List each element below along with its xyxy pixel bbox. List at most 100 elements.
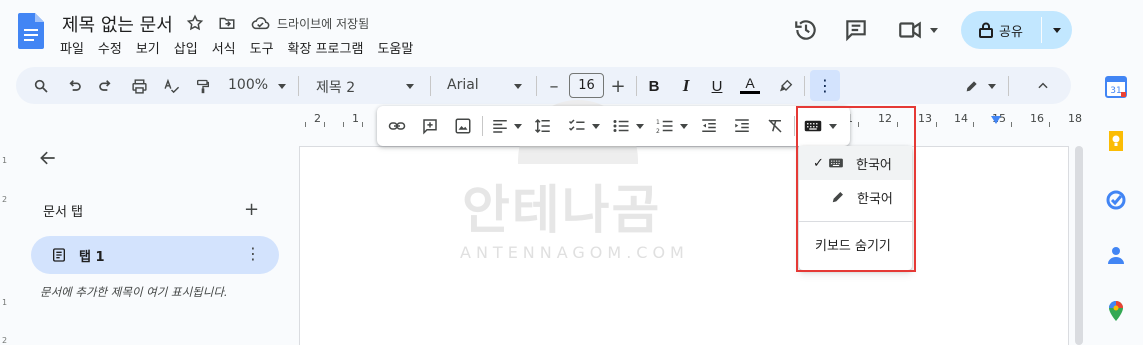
cloud-saved-icon[interactable] <box>250 14 270 32</box>
save-status: 드라이브에 저장됨 <box>277 17 370 31</box>
checklist-icon[interactable] <box>567 116 587 136</box>
zoom-dropdown-icon[interactable] <box>278 84 286 89</box>
keep-icon[interactable] <box>1105 130 1127 152</box>
ruler-tick <box>343 122 344 127</box>
insert-link-icon[interactable] <box>387 116 407 136</box>
menu-tools[interactable]: 도구 <box>250 38 274 57</box>
svg-text:2: 2 <box>656 128 660 135</box>
menu-format[interactable]: 서식 <box>212 38 236 57</box>
bulleted-list-icon[interactable] <box>611 116 631 136</box>
menu-bar: 파일 수정 보기 삽입 서식 도구 확장 프로그램 도움말 <box>60 38 427 57</box>
add-comment-icon[interactable] <box>420 116 440 136</box>
menu-file[interactable]: 파일 <box>60 38 84 57</box>
back-arrow-icon[interactable] <box>38 148 58 168</box>
ruler-tick <box>1049 122 1050 127</box>
redo-icon[interactable] <box>96 76 116 96</box>
vruler-number: 1 <box>2 298 8 307</box>
align-dropdown-icon[interactable] <box>514 124 522 129</box>
svg-text:31: 31 <box>1110 86 1121 96</box>
ruler-number: 16 <box>1030 112 1044 125</box>
move-folder-icon[interactable] <box>218 14 236 32</box>
align-left-icon[interactable] <box>490 116 510 136</box>
main-toolbar: 100% 제목 2 Arial – 16 + B I U A ⋮ <box>16 67 1071 104</box>
insert-image-icon[interactable] <box>453 116 473 136</box>
document-outline-icon <box>51 247 67 263</box>
tab-hint-text: 문서에 추가한 제목이 여기 표시됩니다. <box>40 285 228 299</box>
paint-format-icon[interactable] <box>193 76 213 96</box>
version-history-icon[interactable] <box>793 17 819 43</box>
search-menus-icon[interactable] <box>31 76 51 96</box>
numbered-dropdown-icon[interactable] <box>680 124 688 129</box>
ruler-tick <box>936 122 937 127</box>
meet-icon[interactable] <box>897 17 923 43</box>
underline-button[interactable]: U <box>707 76 727 96</box>
vertical-ruler: 1 2 1 2 <box>0 140 14 345</box>
toolbar-divider <box>430 76 431 96</box>
tab-label: 탭 1 <box>79 250 105 265</box>
share-button[interactable]: 공유 <box>961 11 1041 49</box>
menu-extensions[interactable]: 확장 프로그램 <box>288 38 364 57</box>
ruler-tick <box>362 122 363 127</box>
docs-logo-icon[interactable] <box>18 13 44 49</box>
share-button-group: 공유 <box>961 11 1072 49</box>
tab-options-icon[interactable]: ⋮ <box>245 244 261 263</box>
bullet-dropdown-icon[interactable] <box>636 124 644 129</box>
tab-item[interactable]: 탭 1 ⋮ <box>31 236 279 274</box>
font-dropdown-icon[interactable] <box>514 84 522 89</box>
ruler-number: 18 <box>1068 112 1082 125</box>
scrollbar[interactable] <box>1075 146 1083 345</box>
spellcheck-icon[interactable] <box>161 76 181 96</box>
increase-indent-icon[interactable] <box>732 116 752 136</box>
bold-button[interactable]: B <box>644 76 664 96</box>
ruler-number: 2 <box>314 112 321 125</box>
menu-insert[interactable]: 삽입 <box>174 38 198 57</box>
undo-icon[interactable] <box>64 76 84 96</box>
menu-edit[interactable]: 수정 <box>98 38 122 57</box>
calendar-icon[interactable]: 31 <box>1105 76 1127 98</box>
clear-formatting-icon[interactable] <box>765 116 785 136</box>
menu-help[interactable]: 도움말 <box>377 38 413 57</box>
zoom-select[interactable]: 100% <box>228 77 268 93</box>
contacts-icon[interactable] <box>1105 244 1127 266</box>
tasks-icon[interactable] <box>1105 189 1127 211</box>
checklist-dropdown-icon[interactable] <box>592 124 600 129</box>
font-size-input[interactable]: 16 <box>569 73 604 98</box>
paragraph-style-select[interactable]: 제목 2 <box>316 77 355 97</box>
toolbar-divider <box>636 76 637 96</box>
highlight-annotation <box>796 106 916 272</box>
maps-icon[interactable] <box>1105 300 1127 322</box>
italic-button[interactable]: I <box>676 76 696 96</box>
add-tab-button[interactable]: + <box>244 199 259 220</box>
more-options-icon[interactable]: ⋮ <box>810 70 840 101</box>
document-title[interactable]: 제목 없는 문서 <box>62 11 173 37</box>
chevron-down-icon <box>1053 27 1061 33</box>
watermark-text: 안테나곰 <box>462 181 662 241</box>
ruler-tick <box>973 122 974 127</box>
overflow-toolbar: 12 <box>377 106 850 146</box>
meet-dropdown-icon[interactable] <box>930 28 938 33</box>
mode-dropdown-icon[interactable] <box>988 84 996 89</box>
style-dropdown-icon[interactable] <box>406 84 414 89</box>
text-color-button[interactable]: A <box>740 74 760 94</box>
highlight-color-icon[interactable] <box>776 76 796 96</box>
decrease-indent-icon[interactable] <box>699 116 719 136</box>
font-select[interactable]: Arial <box>447 77 479 93</box>
decrease-font-size-icon[interactable]: – <box>544 76 564 97</box>
increase-font-size-icon[interactable]: + <box>608 76 628 97</box>
ruler-tick <box>1011 122 1012 127</box>
comments-icon[interactable] <box>843 17 869 43</box>
right-indent-marker-icon[interactable] <box>991 116 1001 124</box>
print-icon[interactable] <box>129 76 149 96</box>
menu-view[interactable]: 보기 <box>136 38 160 57</box>
share-dropdown[interactable] <box>1045 11 1069 49</box>
ruler-tick <box>324 122 325 127</box>
line-spacing-icon[interactable] <box>533 116 553 136</box>
toolbar-divider <box>298 76 299 96</box>
watermark-subtext: ANTENNAGOM.COM <box>460 243 689 262</box>
star-icon[interactable] <box>186 14 204 32</box>
editing-mode-icon[interactable] <box>962 76 982 96</box>
hide-menus-icon[interactable] <box>1033 76 1053 96</box>
ruler-number: 14 <box>954 112 968 125</box>
vruler-number: 2 <box>2 336 8 345</box>
numbered-list-icon[interactable]: 12 <box>655 116 675 136</box>
